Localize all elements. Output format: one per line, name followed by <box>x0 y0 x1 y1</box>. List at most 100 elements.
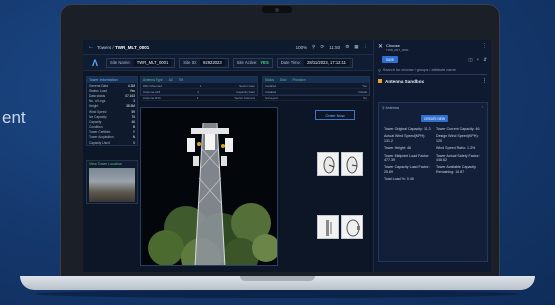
right-panel: ✕ Choose TWR_MLT_0001 ⋮ SAVE ◫ + ⇵ ⚲ Sea… <box>373 40 491 272</box>
tower-stat-value: 120 <box>436 138 442 143</box>
date-time-box: Date Time: 28/11/2023, 17:12:11 <box>276 57 353 68</box>
tower-info-key: Wind Speed <box>89 109 107 114</box>
site-id-box: Site ID: 92922023 <box>179 57 229 68</box>
table-header[interactable]: Antenna Type <box>143 78 163 82</box>
site-active-label: Site Active: <box>236 60 258 65</box>
table-header[interactable]: Tilt <box>179 78 183 82</box>
tower-3d-viewer[interactable] <box>140 107 278 266</box>
layout-icon[interactable]: ◫ <box>468 57 472 63</box>
attribute-search[interactable]: ⚲ Search for choose / groups / attribute… <box>378 66 487 75</box>
laptop-screen: ← Towers / TWR_MLT_0001 100% ⚲ ⟳ 11:50 ⚙… <box>83 40 491 272</box>
antenna-card-title: Antenna <box>385 106 399 110</box>
sandbox-row[interactable]: Antenna Sandbox ⋮ <box>378 78 487 84</box>
tower-info-key: No. of Legs <box>89 99 106 104</box>
tower-stat-value: 131.2 <box>384 138 393 143</box>
tower-info-key: Station Load <box>89 88 107 93</box>
search-icon[interactable]: ⚲ <box>312 44 315 50</box>
add-icon[interactable]: + <box>477 57 480 62</box>
order-now-button[interactable]: Order Now <box>315 110 355 120</box>
chevron-up-icon[interactable]: ⌃ <box>481 106 484 110</box>
table-cell: 2 <box>197 89 199 94</box>
sort-icon[interactable]: ⇵ <box>483 57 487 63</box>
sandbox-title: Antenna Sandbox <box>385 78 425 84</box>
grid-icon[interactable]: ▦ <box>354 44 358 50</box>
tower-info-value: 0 <box>133 140 135 145</box>
tower-info-value: 07.163 <box>125 93 135 98</box>
tower-info-value: B <box>132 125 135 130</box>
save-button[interactable]: SAVE <box>382 56 398 63</box>
antenna-table: Antenna Type AZ Tilt RRU Mounted 1 Sector Ga… <box>140 76 258 101</box>
tower-stat: Tower Available Capacity Remaining: 10.8… <box>436 165 484 174</box>
settings-icon[interactable]: ⚙ <box>345 44 349 50</box>
tower-info-key: Tower Certified <box>89 130 111 135</box>
dish-thumbnail-3[interactable] <box>341 215 363 239</box>
more-options-icon[interactable]: ⋮ <box>482 43 487 49</box>
tower-stat-label: Tower Current Capacity: <box>436 127 475 131</box>
table-row[interactable]: Antenna R34 3 Sector Antenna <box>141 95 257 101</box>
table-header[interactable]: Provision <box>292 78 305 82</box>
breadcrumb-current: TWR_MLT_0001 <box>115 44 150 50</box>
tower-stat-value: 1.3% <box>466 146 476 151</box>
table-header[interactable]: AZ <box>169 78 173 82</box>
table-cell: No <box>363 95 367 100</box>
tower-stat-value: 10.87 <box>455 169 465 174</box>
tower-info-key: Condition <box>89 125 103 130</box>
folder-icon <box>378 79 382 83</box>
tower-info-value: Yes <box>129 88 135 93</box>
tower-stat: Wind Speed Ratio: 1.3% <box>436 146 484 150</box>
laptop-base-lip <box>240 276 315 281</box>
dish-thumbnail-1[interactable] <box>317 152 339 176</box>
antenna-thumbnail-1[interactable] <box>317 215 339 239</box>
site-active-box: Site Active: YES <box>232 57 273 68</box>
table-cell: Surveyed <box>265 95 278 100</box>
tower-info-value: 38.5M <box>126 104 135 109</box>
table-cell: 3 <box>196 95 199 100</box>
tower-stat-label: Tower Capacity Load Factor: <box>384 165 430 170</box>
close-icon[interactable]: ✕ <box>378 43 383 50</box>
site-photo[interactable] <box>89 168 135 202</box>
right-panel-toolbar: SAVE ◫ + ⇵ <box>374 56 491 63</box>
table-cell: Antenna A18 <box>143 89 161 94</box>
zoom-level[interactable]: 100% <box>296 45 308 50</box>
dish-thumbnail-2[interactable] <box>341 152 363 176</box>
site-location-title[interactable]: View Tower Location <box>87 161 137 167</box>
site-name-label: Site Name: <box>110 60 131 65</box>
tower-stat-label: Wind Speed Ratio: <box>436 146 466 151</box>
table-row[interactable]: Surveyed No <box>263 95 369 101</box>
table-cell: Sector Antenna <box>234 95 255 100</box>
top-bar: ← Towers / TWR_MLT_0001 100% ⚲ ⟳ 11:50 ⚙… <box>83 40 373 55</box>
side-caption-fragment: ent <box>2 108 26 127</box>
tower-info-value: 59 <box>131 109 135 114</box>
tower-info-panel: Tower Information General Data 4.3M Statio… <box>86 76 138 146</box>
more-options-icon[interactable]: ⋮ <box>482 78 487 84</box>
dish-icon <box>323 156 335 174</box>
breadcrumb-root[interactable]: Towers / <box>97 45 114 50</box>
table-cell: 1 <box>199 83 202 88</box>
tower-stat: Tower Original Capacity: 11.3 <box>384 127 432 131</box>
tower-stat-value: 46 <box>406 146 411 151</box>
date-time-label: Date Time: <box>280 60 302 65</box>
site-name-value: TWR_MLT_0001 <box>133 59 172 66</box>
choose-subtitle: TWR_MLT_0001 <box>386 48 409 52</box>
tower-info-key: Capacity Used <box>89 140 110 145</box>
tower-stat-value: 25.69 <box>384 169 393 174</box>
back-arrow-icon[interactable]: ← <box>88 44 94 50</box>
tower-info-key: Data status <box>89 93 106 98</box>
create-new-button[interactable]: CREATE NEW <box>421 115 448 122</box>
tower-app: ← Towers / TWR_MLT_0001 100% ⚲ ⟳ 11:50 ⚙… <box>83 40 373 272</box>
tower-info-value: 3 <box>133 99 135 104</box>
tower-stat: Tower Actual Safety Factor: 448.82 <box>436 154 484 163</box>
menu-icon[interactable]: ⋮ <box>364 44 369 50</box>
site-info-bar: Λ Site Name: TWR_MLT_0001 Site ID: 92922… <box>83 55 373 71</box>
tower-stat: Total Load %: 0.45 <box>384 177 432 181</box>
status-table: Status Dish Provision Installed Yes Installe… <box>262 76 370 101</box>
dish-icon <box>346 156 358 174</box>
refresh-icon[interactable]: ⟳ <box>320 44 324 50</box>
table-header[interactable]: Status <box>265 78 274 82</box>
table-header[interactable]: Dish <box>280 78 286 82</box>
tower-stat: Tower Height: 46 <box>384 146 432 150</box>
tower-stat: Tower Current Capacity: 46 <box>436 127 484 131</box>
breadcrumb: Towers / TWR_MLT_0001 <box>97 45 149 50</box>
table-cell: Antenna R34 <box>143 95 161 100</box>
tower-stat-label: Total Load %: <box>384 177 406 182</box>
